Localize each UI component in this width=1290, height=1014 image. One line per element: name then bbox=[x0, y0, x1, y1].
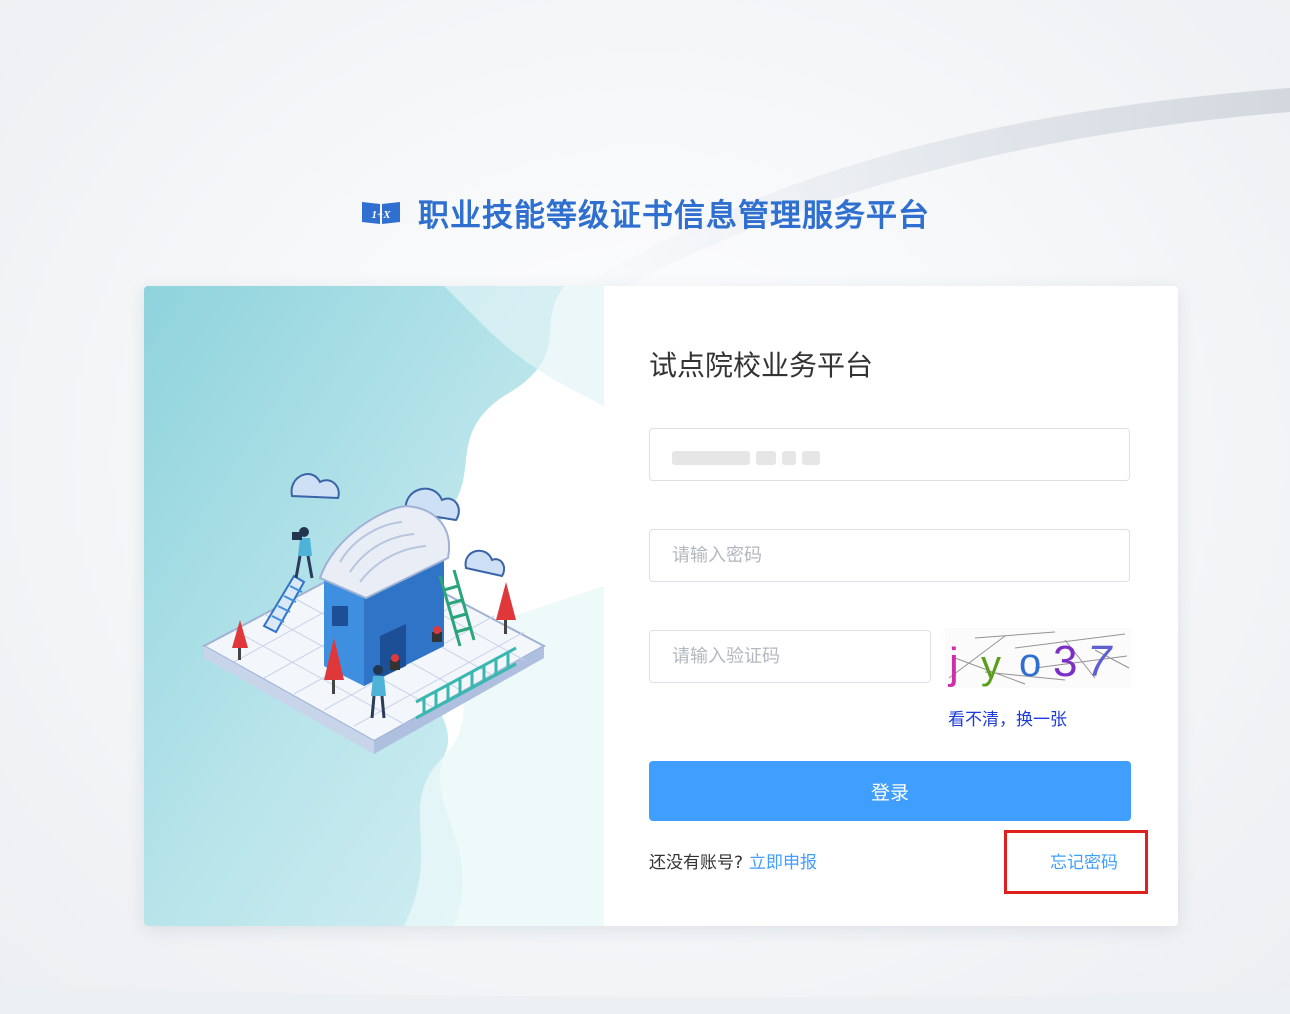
refresh-captcha-link[interactable]: 看不清，换一张 bbox=[948, 705, 1067, 730]
site-title: 职业技能等级证书信息管理服务平台 bbox=[418, 197, 930, 234]
login-card: 试点院校业务平台 j y o 3 7 bbox=[144, 286, 1178, 926]
signup-row: 还没有账号? 立即申报 bbox=[649, 848, 817, 873]
isometric-house-illustration bbox=[144, 286, 604, 926]
login-button[interactable]: 登录 bbox=[649, 761, 1131, 821]
svg-text:y: y bbox=[981, 643, 1001, 687]
site-header: 1+X 职业技能等级证书信息管理服务平台 bbox=[0, 188, 1290, 236]
svg-text:1+X: 1+X bbox=[371, 209, 391, 221]
book-logo-icon: 1+X bbox=[360, 198, 402, 226]
captcha-image[interactable]: j y o 3 7 bbox=[945, 628, 1131, 688]
masked-username bbox=[672, 451, 820, 465]
no-account-text: 还没有账号? bbox=[649, 853, 744, 873]
login-form: 试点院校业务平台 j y o 3 7 bbox=[649, 286, 1148, 926]
form-title: 试点院校业务平台 bbox=[649, 349, 874, 382]
svg-text:j: j bbox=[947, 639, 959, 688]
captcha-field[interactable] bbox=[649, 630, 931, 683]
username-field[interactable] bbox=[649, 428, 1130, 481]
password-field[interactable] bbox=[649, 529, 1130, 582]
svg-text:3: 3 bbox=[1053, 637, 1077, 686]
illustration-panel bbox=[144, 286, 604, 926]
svg-text:7: 7 bbox=[1087, 637, 1113, 686]
signup-link[interactable]: 立即申报 bbox=[749, 853, 817, 873]
svg-text:o: o bbox=[1019, 641, 1041, 685]
forgot-password-link[interactable]: 忘记密码 bbox=[1050, 848, 1118, 873]
